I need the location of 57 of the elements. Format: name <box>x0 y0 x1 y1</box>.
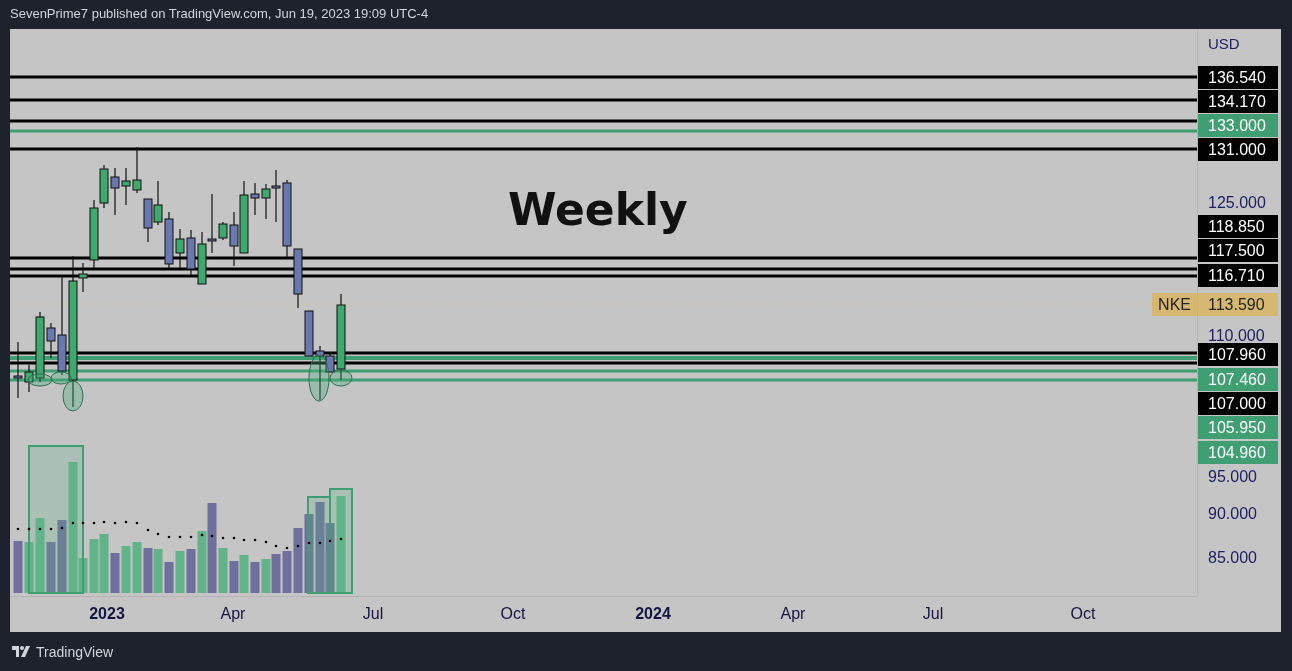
axis-tick-label: 95.000 <box>1207 466 1258 487</box>
price-label: 133.000 <box>1198 113 1278 137</box>
candle <box>175 228 185 270</box>
volume-bar <box>143 548 153 593</box>
volume-bar <box>271 554 281 593</box>
candle <box>132 146 142 194</box>
volume-bar <box>239 555 249 593</box>
volume-bar <box>153 549 163 593</box>
candle <box>293 248 303 309</box>
currency-label: USD <box>1208 35 1240 52</box>
volume-bar <box>175 551 185 593</box>
price-label: 134.170 <box>1198 89 1278 113</box>
price-label: 113.590 <box>1198 292 1278 316</box>
volume-bar <box>261 559 271 593</box>
time-label: Jul <box>922 605 944 623</box>
volume-bar <box>325 523 335 593</box>
candle <box>121 167 131 206</box>
time-label: Jul <box>362 605 384 623</box>
highlight-ellipse <box>27 373 53 387</box>
price-label: 118.850 <box>1198 214 1278 238</box>
volume-bar <box>121 546 131 593</box>
brand-name: TradingView <box>36 643 114 660</box>
candle <box>197 231 207 285</box>
timeframe-label: Weekly <box>508 184 688 235</box>
time-label: Apr <box>220 605 246 623</box>
price-label: 131.000 <box>1198 137 1278 161</box>
price-label: 117.500 <box>1198 238 1278 262</box>
price-label: 107.960 <box>1198 342 1278 366</box>
price-label: 107.460 <box>1198 367 1278 391</box>
price-label: 116.710 <box>1198 263 1278 287</box>
volume-bar <box>250 562 260 593</box>
volume-bar <box>229 561 239 593</box>
candle <box>143 198 153 243</box>
price-label: 107.000 <box>1198 391 1278 415</box>
axis-tick-label: 90.000 <box>1207 503 1258 524</box>
candle <box>164 211 174 269</box>
time-label: Oct <box>500 605 526 623</box>
price-label: 136.540 <box>1198 65 1278 89</box>
candle <box>153 180 163 226</box>
candle <box>186 229 196 277</box>
symbol-tag: NKE <box>1152 292 1197 316</box>
publish-info: SevenPrime7 published on TradingView.com, Jun 19, 2023 19:09 UTC-4 <box>10 6 429 22</box>
axis-tick-label: 125.000 <box>1207 192 1267 213</box>
time-label: Oct <box>1070 605 1096 623</box>
volume-bar <box>132 542 142 593</box>
candle <box>304 310 314 357</box>
axis-tick-label: 85.000 <box>1207 547 1258 568</box>
volume-bar <box>164 562 174 593</box>
time-label: 2023 <box>89 605 125 623</box>
volume-bar <box>186 549 196 593</box>
price-label: 104.960 <box>1198 440 1278 464</box>
price-label: 105.950 <box>1198 415 1278 439</box>
volume-bar <box>13 541 23 593</box>
logo-icon <box>12 646 30 657</box>
time-label: 2024 <box>635 605 671 623</box>
time-label: Apr <box>780 605 806 623</box>
candle <box>110 167 120 216</box>
